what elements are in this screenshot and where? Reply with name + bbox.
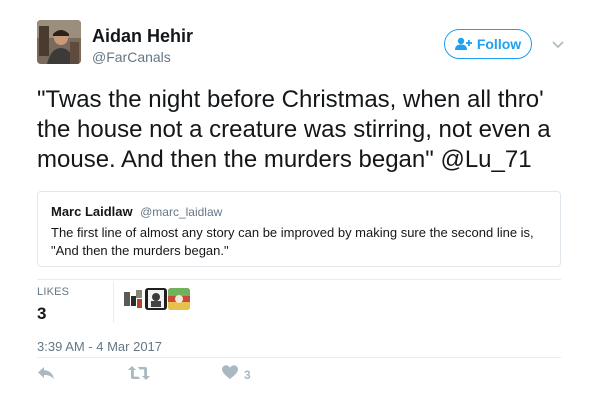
divider: [37, 279, 561, 280]
author-avatar[interactable]: [37, 20, 81, 64]
like-button[interactable]: 3: [222, 365, 251, 385]
quoted-author-name: Marc Laidlaw: [51, 204, 133, 219]
likes-label: LIKES: [37, 286, 70, 298]
stats-separator: [113, 281, 114, 323]
reply-icon: [37, 365, 55, 386]
retweet-icon: [128, 365, 150, 386]
author-handle[interactable]: @FarCanals: [92, 49, 171, 65]
quoted-tweet[interactable]: Marc Laidlaw @marc_laidlaw The first lin…: [37, 191, 561, 267]
tweet-text: "Twas the night before Christmas, when a…: [37, 85, 567, 175]
quoted-tweet-text: The first line of almost any story can b…: [51, 224, 551, 260]
likers-list: [122, 288, 190, 310]
mention-link[interactable]: @Lu_71: [440, 146, 531, 173]
reply-button[interactable]: [37, 365, 55, 386]
follow-label: Follow: [476, 36, 522, 52]
liker-avatar[interactable]: [168, 288, 190, 310]
tweet-text-fragment: mouse. And then the murders began": [37, 146, 434, 173]
quoted-author-handle: @marc_laidlaw: [140, 205, 223, 219]
person-plus-icon: [454, 37, 473, 51]
tweet-text-line: mouse. And then the murders began" @Lu_7…: [37, 145, 567, 175]
quoted-text-line: "And then the murders began.": [51, 243, 229, 258]
quoted-text-line: The first line of almost any story can b…: [51, 225, 534, 240]
retweet-button[interactable]: [128, 365, 150, 386]
quoted-tweet-header: Marc Laidlaw @marc_laidlaw: [51, 203, 222, 221]
chevron-down-icon[interactable]: [552, 37, 564, 49]
tweet-text-line: "Twas the night before Christmas, when a…: [37, 86, 544, 113]
tweet-timestamp[interactable]: 3:39 AM - 4 Mar 2017: [37, 339, 162, 354]
like-count: 3: [244, 368, 251, 382]
likes-count: 3: [37, 304, 47, 323]
heart-icon: [222, 365, 238, 385]
liker-avatar[interactable]: [145, 288, 167, 310]
follow-button[interactable]: Follow: [444, 29, 532, 59]
author-avatar-image: [37, 20, 81, 64]
liker-avatar[interactable]: [122, 288, 144, 310]
author-name[interactable]: Aidan Hehir: [92, 26, 193, 47]
divider: [37, 357, 561, 358]
tweet-text-line: the house not a creature was stirring, n…: [37, 116, 551, 143]
likes-stat[interactable]: LIKES 3: [37, 286, 69, 324]
